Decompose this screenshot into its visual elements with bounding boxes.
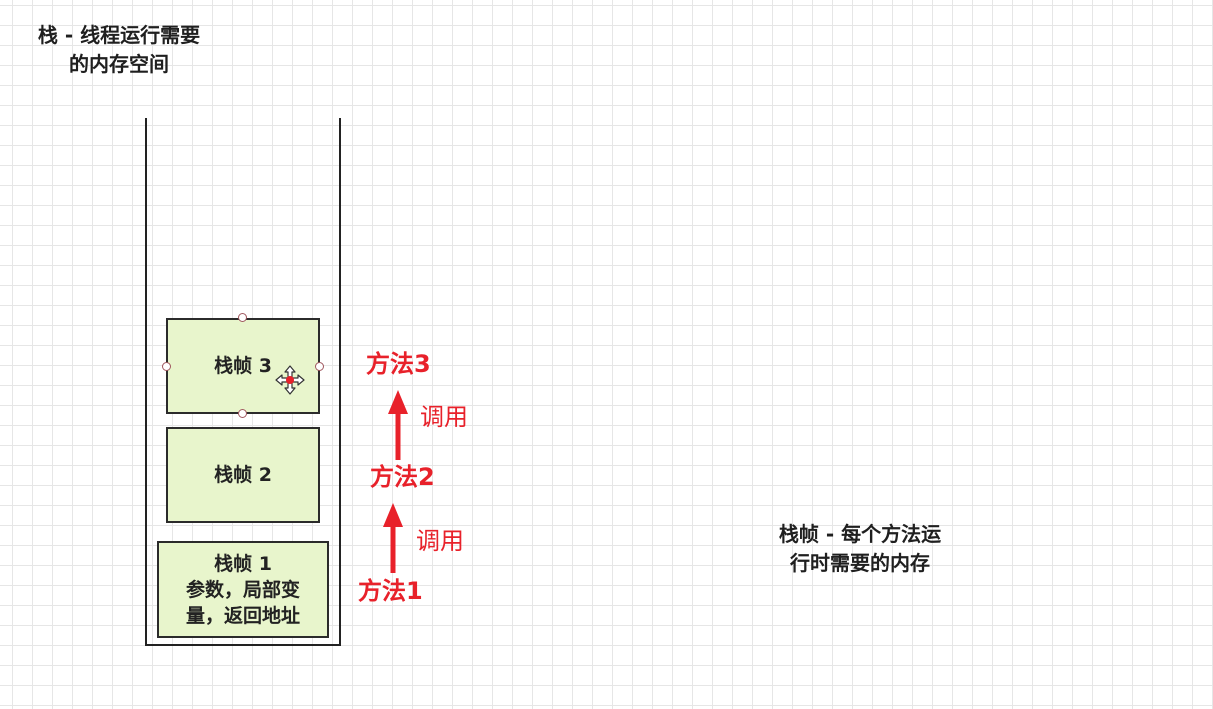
stack-title: 栈 - 线程运行需要 的内存空间 (14, 21, 224, 79)
stack-frame-3-label: 栈帧 3 (214, 355, 272, 377)
selection-handle-top[interactable] (238, 313, 247, 322)
stack-frame-1-label: 栈帧 1 (214, 552, 272, 575)
call-label-lower: 调用 (416, 527, 464, 555)
stack-frame-description: 栈帧 - 每个方法运 行时需要的内存 (750, 520, 970, 578)
stack-frame-description-line-2: 行时需要的内存 (790, 551, 930, 575)
method-1-label: 方法1 (358, 577, 423, 605)
selection-handle-right[interactable] (315, 362, 324, 371)
stack-title-line-1: 栈 - 线程运行需要 (37, 23, 201, 47)
stack-frame-1[interactable]: 栈帧 1 参数，局部变 量，返回地址 (157, 541, 329, 638)
stack-title-line-2: 的内存空间 (69, 52, 169, 76)
method-2-label: 方法2 (370, 463, 435, 491)
arrow-up-icon (386, 390, 410, 464)
method-3-label: 方法3 (366, 350, 431, 378)
selection-handle-bottom[interactable] (238, 409, 247, 418)
selection-handle-left[interactable] (162, 362, 171, 371)
stack-frame-2[interactable]: 栈帧 2 (166, 427, 320, 523)
move-cursor-icon (275, 365, 305, 399)
stack-frame-1-details-line-1: 参数，局部变 (185, 578, 300, 601)
stack-frame-description-line-1: 栈帧 - 每个方法运 (778, 522, 942, 546)
stack-frame-2-label: 栈帧 2 (214, 464, 272, 486)
stack-frame-1-details-line-2: 量，返回地址 (185, 604, 300, 627)
call-label-upper: 调用 (420, 403, 468, 431)
arrow-up-icon (381, 503, 405, 577)
